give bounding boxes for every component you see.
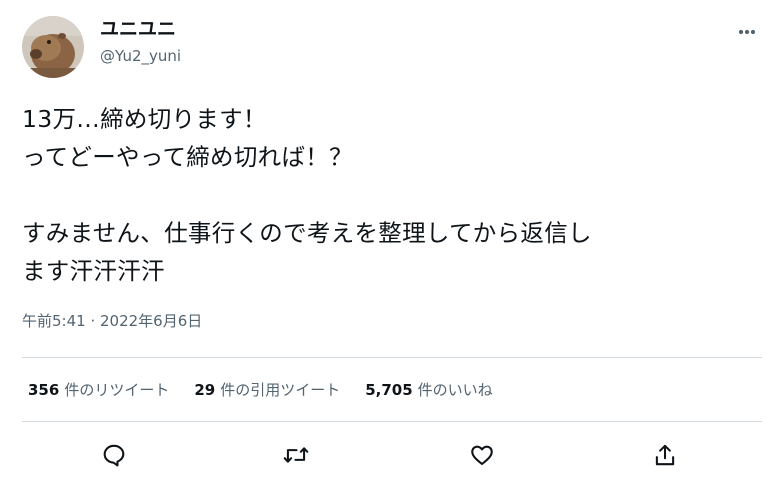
action-bar <box>0 435 780 475</box>
quote-count-label: 件の引用ツイート <box>220 381 341 399</box>
retweet-count-link[interactable]: 356 件のリツイート <box>28 380 169 400</box>
share-icon <box>655 444 675 466</box>
like-count-label: 件のいいね <box>417 381 493 399</box>
reply-button[interactable] <box>94 435 134 475</box>
retweet-count-label: 件のリツイート <box>64 381 170 399</box>
like-count: 5,705 <box>365 381 413 399</box>
more-horizontal-icon <box>738 29 756 35</box>
retweet-icon <box>283 447 309 463</box>
retweet-button[interactable] <box>276 435 316 475</box>
like-icon <box>471 445 493 466</box>
capybara-avatar-icon <box>22 16 84 78</box>
quote-count-link[interactable]: 29 件の引用ツイート <box>194 380 340 400</box>
reply-icon <box>103 444 125 467</box>
like-count-link[interactable]: 5,705 件のいいね <box>365 380 492 400</box>
user-handle[interactable]: @Yu2_yuni <box>100 47 181 65</box>
retweet-count: 356 <box>28 381 60 399</box>
engagement-stats: 356 件のリツイート 29 件の引用ツイート 5,705 件のいいね <box>28 380 493 400</box>
avatar[interactable] <box>22 16 84 78</box>
display-name[interactable]: ユニユニ <box>100 18 176 40</box>
quote-count: 29 <box>194 381 216 399</box>
more-options-button[interactable] <box>732 24 762 40</box>
tweet-timestamp[interactable]: 午前5:41 · 2022年6月6日 <box>22 311 202 331</box>
share-button[interactable] <box>645 435 685 475</box>
like-button[interactable] <box>462 435 502 475</box>
divider <box>22 421 762 422</box>
tweet-text: 13万…締め切ります！ ってどーやって締め切れば！？ すみません、仕事行くので考… <box>22 105 592 285</box>
divider <box>22 357 762 358</box>
